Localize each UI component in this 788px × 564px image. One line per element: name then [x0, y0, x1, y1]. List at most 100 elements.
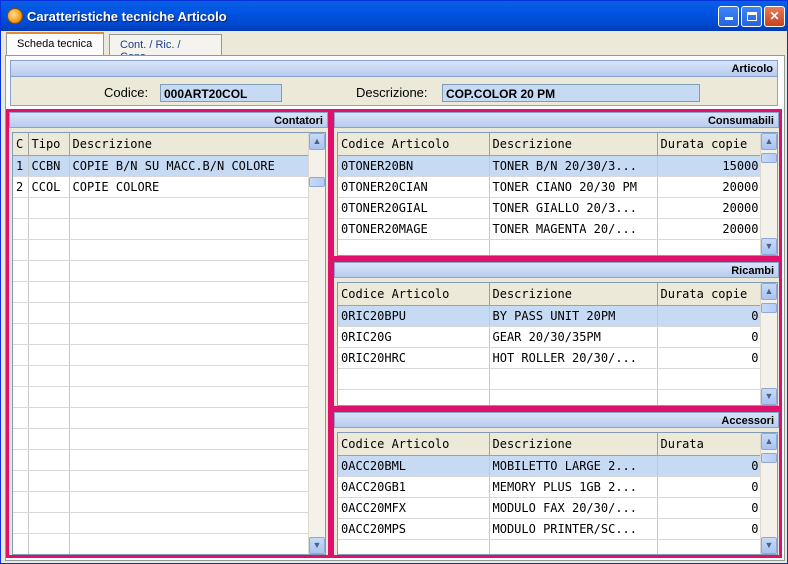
empty-row[interactable]	[338, 239, 763, 255]
scroll-down-icon[interactable]: ▼	[761, 238, 777, 255]
col-durata-copie[interactable]: Durata copie	[657, 133, 763, 156]
empty-row[interactable]	[13, 302, 311, 324]
empty-row[interactable]	[13, 239, 311, 261]
scroll-up-icon[interactable]: ▲	[761, 433, 777, 450]
cell: 0TONER20CIAN	[338, 176, 490, 198]
table-row[interactable]: 0TONER20GIAL TONER GIALLO 20/3... 20000	[338, 197, 763, 219]
empty-row[interactable]	[13, 281, 311, 303]
ricambi-panel: Ricambi Codice Articolo Descrizione Dura…	[331, 259, 782, 409]
cell: BY PASS UNIT 20PM	[489, 305, 658, 327]
empty-row[interactable]	[13, 323, 311, 345]
empty-row[interactable]	[338, 389, 763, 405]
col-descrizione[interactable]: Descrizione	[489, 283, 658, 306]
empty-row[interactable]	[13, 365, 311, 387]
consumabili-table: Codice Articolo Descrizione Durata copie…	[338, 133, 763, 255]
window: Caratteristiche tecniche Articolo ✕ Sche…	[0, 0, 788, 564]
scroll-thumb[interactable]	[761, 153, 777, 163]
scroll-thumb[interactable]	[761, 453, 777, 463]
cell: 0	[657, 455, 763, 477]
empty-row[interactable]	[13, 428, 311, 450]
contatori-table: C Tipo Descrizione 1 CCBN COPIE B/N SU M…	[13, 133, 311, 554]
cell: CCBN	[28, 155, 70, 177]
table-row[interactable]: 0TONER20CIAN TONER CIANO 20/30 PM 20000	[338, 176, 763, 198]
app-icon[interactable]	[7, 8, 23, 24]
cell: 20000	[657, 197, 763, 219]
articolo-header: Articolo	[11, 61, 777, 77]
close-button[interactable]: ✕	[764, 6, 785, 27]
col-durata[interactable]: Durata	[657, 433, 763, 456]
accessori-table: Codice Articolo Descrizione Durata 0ACC2…	[338, 433, 763, 554]
table-row[interactable]: 0ACC20BML MOBILETTO LARGE 2... 0	[338, 455, 763, 477]
empty-row[interactable]	[13, 449, 311, 471]
descrizione-field[interactable]: COP.COLOR 20 PM	[442, 84, 700, 102]
contatori-scrollbar[interactable]: ▲ ▼	[308, 133, 325, 554]
consumabili-grid[interactable]: Codice Articolo Descrizione Durata copie…	[337, 132, 778, 256]
scroll-up-icon[interactable]: ▲	[761, 133, 777, 150]
table-row[interactable]: 0RIC20HRC HOT ROLLER 20/30/... 0	[338, 347, 763, 369]
empty-row[interactable]	[13, 407, 311, 429]
tab-scheda-tecnica[interactable]: Scheda tecnica	[6, 32, 104, 56]
table-row[interactable]: 0ACC20MFX MODULO FAX 20/30/... 0	[338, 497, 763, 519]
consumabili-panel: Consumabili Codice Articolo Descrizione …	[331, 109, 782, 259]
cell: TONER MAGENTA 20/...	[489, 218, 658, 240]
table-row[interactable]: 0ACC20MPS MODULO PRINTER/SC... 0	[338, 518, 763, 540]
cell: 20000	[657, 176, 763, 198]
table-row[interactable]: 0RIC20G GEAR 20/30/35PM 0	[338, 326, 763, 348]
contatori-grid[interactable]: C Tipo Descrizione 1 CCBN COPIE B/N SU M…	[12, 132, 326, 555]
accessori-scrollbar[interactable]: ▲ ▼	[760, 433, 777, 554]
table-row[interactable]: 0TONER20BN TONER B/N 20/30/3... 15000	[338, 155, 763, 177]
empty-row[interactable]	[13, 344, 311, 366]
cell: 0TONER20MAGE	[338, 218, 490, 240]
ricambi-table: Codice Articolo Descrizione Durata copie…	[338, 283, 763, 405]
col-codice-articolo[interactable]: Codice Articolo	[338, 433, 490, 456]
codice-field[interactable]: 000ART20COL	[160, 84, 282, 102]
cell: 0ACC20MPS	[338, 518, 490, 540]
table-row[interactable]: 0ACC20GB1 MEMORY PLUS 1GB 2... 0	[338, 476, 763, 498]
scroll-down-icon[interactable]: ▼	[761, 537, 777, 554]
ricambi-grid[interactable]: Codice Articolo Descrizione Durata copie…	[337, 282, 778, 406]
col-c[interactable]: C	[13, 133, 29, 156]
col-descrizione[interactable]: Descrizione	[69, 133, 311, 156]
empty-row[interactable]	[13, 260, 311, 282]
col-durata-copie[interactable]: Durata copie	[657, 283, 763, 306]
cell: 0RIC20BPU	[338, 305, 490, 327]
scroll-down-icon[interactable]: ▼	[761, 388, 777, 405]
table-row[interactable]: 2 CCOL COPIE COLORE	[13, 176, 311, 198]
table-row[interactable]: 0RIC20BPU BY PASS UNIT 20PM 0	[338, 305, 763, 327]
empty-row[interactable]	[13, 197, 311, 219]
empty-row[interactable]	[13, 533, 311, 554]
table-row[interactable]: 0TONER20MAGE TONER MAGENTA 20/... 20000	[338, 218, 763, 240]
col-codice-articolo[interactable]: Codice Articolo	[338, 283, 490, 306]
empty-row[interactable]	[13, 470, 311, 492]
scroll-up-icon[interactable]: ▲	[761, 283, 777, 300]
cell: 2	[13, 176, 29, 198]
col-descrizione[interactable]: Descrizione	[489, 433, 658, 456]
minimize-button[interactable]	[718, 6, 739, 27]
scroll-down-icon[interactable]: ▼	[309, 537, 325, 554]
cell: MODULO PRINTER/SC...	[489, 518, 658, 540]
scroll-thumb[interactable]	[309, 177, 325, 187]
maximize-button[interactable]	[741, 6, 762, 27]
scroll-thumb[interactable]	[761, 303, 777, 313]
empty-row[interactable]	[13, 386, 311, 408]
accessori-grid[interactable]: Codice Articolo Descrizione Durata 0ACC2…	[337, 432, 778, 555]
col-tipo[interactable]: Tipo	[28, 133, 70, 156]
col-codice-articolo[interactable]: Codice Articolo	[338, 133, 490, 156]
empty-row[interactable]	[13, 218, 311, 240]
col-descrizione[interactable]: Descrizione	[489, 133, 658, 156]
cell: CCOL	[28, 176, 70, 198]
scroll-up-icon[interactable]: ▲	[309, 133, 325, 150]
minimize-icon	[724, 17, 733, 20]
empty-row[interactable]	[13, 491, 311, 513]
cell: 0	[657, 518, 763, 540]
articolo-panel: Articolo Codice: 000ART20COL Descrizione…	[10, 60, 778, 106]
empty-row[interactable]	[13, 512, 311, 534]
table-row[interactable]: 1 CCBN COPIE B/N SU MACC.B/N COLORE	[13, 155, 311, 177]
title-bar[interactable]: Caratteristiche tecniche Articolo ✕	[1, 1, 787, 31]
ricambi-scrollbar[interactable]: ▲ ▼	[760, 283, 777, 405]
cell: TONER CIANO 20/30 PM	[489, 176, 658, 198]
consumabili-scrollbar[interactable]: ▲ ▼	[760, 133, 777, 255]
empty-row[interactable]	[338, 368, 763, 390]
maximize-icon	[746, 12, 757, 21]
empty-row[interactable]	[338, 539, 763, 554]
